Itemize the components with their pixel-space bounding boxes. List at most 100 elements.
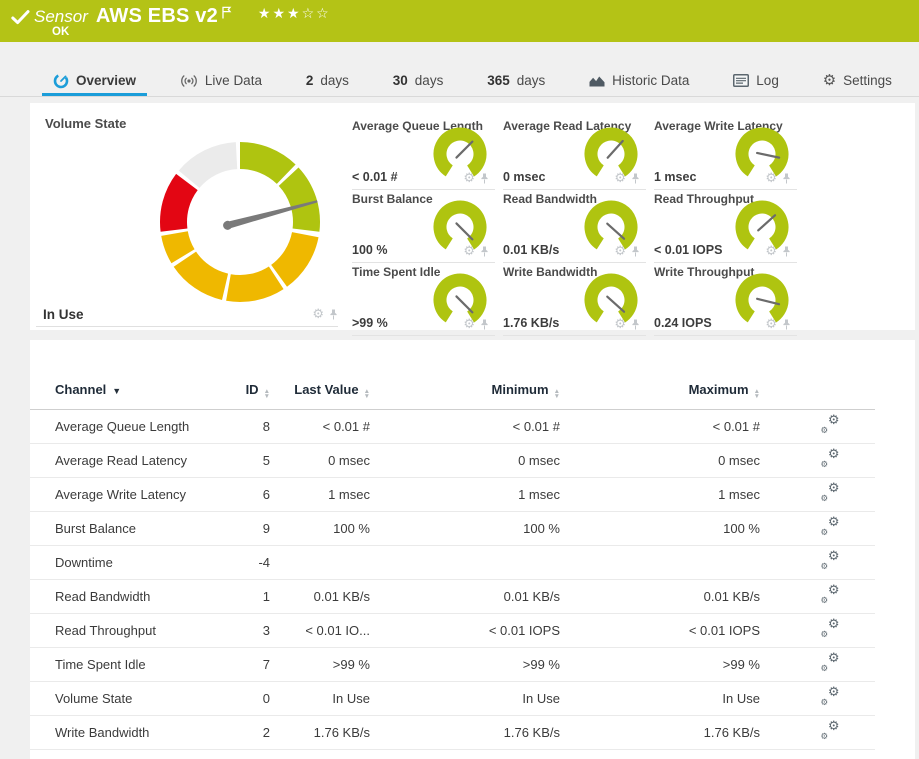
gear-icon[interactable]: ⚙ xyxy=(765,172,777,185)
tab-label: days xyxy=(516,73,546,88)
check-icon xyxy=(11,10,30,25)
col-header-maximum[interactable]: Maximum ▲ ▼ xyxy=(560,382,760,400)
tab-30-days[interactable]: 30 days xyxy=(382,68,455,96)
cell-minimum: < 0.01 IOPS xyxy=(488,623,560,638)
channel-settings-icon[interactable]: ⚙ ⚙ xyxy=(821,414,840,435)
pin-icon[interactable] xyxy=(782,319,791,330)
cell-id: -4 xyxy=(258,555,270,570)
gauge-cell-write-bandwidth: Write Bandwidth 1.76 KB/s ⚙ xyxy=(503,263,646,336)
gauge-value: In Use xyxy=(43,306,84,322)
tab-label: Historic Data xyxy=(612,73,690,88)
cell-channel: Time Spent Idle xyxy=(55,657,146,672)
gauge-cell-average-read-latency: Average Read Latency 0 msec ⚙ xyxy=(503,117,646,190)
channels-table-panel: Channel ▼ ID ▲ ▼ Last Value ▲ ▼ Minimum ▲ ▼ Maximum… xyxy=(30,340,915,759)
cell-id: 7 xyxy=(262,657,270,672)
col-header-label: Channel xyxy=(55,382,107,397)
channel-settings-icon[interactable]: ⚙ ⚙ xyxy=(821,550,840,571)
channel-settings-icon[interactable]: ⚙ ⚙ xyxy=(821,652,840,673)
col-header-label: Minimum xyxy=(491,382,549,397)
tab-live-data[interactable]: Live Data xyxy=(169,68,273,96)
tab-365-days[interactable]: 365 days xyxy=(476,68,556,96)
gauge-needle xyxy=(455,140,474,159)
tab-historic-data[interactable]: Historic Data xyxy=(578,68,700,96)
table-row-average-queue-length: Average Queue Length 8 < 0.01 # < 0.01 # < 0… xyxy=(30,410,875,444)
gauge-needle xyxy=(455,295,474,314)
tab-label: Settings xyxy=(843,73,892,88)
tab-bar: Overview Live Data 2 days 30 days 365 days Histo… xyxy=(0,68,919,97)
gear-icon[interactable]: ⚙ xyxy=(614,245,626,258)
gear-icon[interactable]: ⚙ xyxy=(765,245,777,258)
donut-segment xyxy=(173,251,229,300)
pin-icon[interactable] xyxy=(480,246,489,257)
table-header-row: Channel ▼ ID ▲ ▼ Last Value ▲ ▼ Minimum ▲ ▼ Maximum… xyxy=(30,382,875,410)
gauge-value: 1 msec xyxy=(654,170,697,184)
pin-icon[interactable] xyxy=(631,173,640,184)
gear-icon[interactable]: ⚙ xyxy=(463,245,475,258)
cell-channel: Average Write Latency xyxy=(55,487,187,502)
cell-maximum: 0 msec xyxy=(718,453,760,468)
channel-settings-icon[interactable]: ⚙ ⚙ xyxy=(821,448,840,469)
cell-minimum: 0 msec xyxy=(518,453,560,468)
table-row-average-write-latency: Average Write Latency 6 1 msec 1 msec 1 msec… xyxy=(30,478,875,512)
cell-minimum: 1 msec xyxy=(518,487,560,502)
sensor-name: AWS EBS v2 xyxy=(95,5,218,27)
gear-icon[interactable]: ⚙ xyxy=(463,318,475,331)
channel-settings-icon[interactable]: ⚙ ⚙ xyxy=(821,516,840,537)
pin-icon[interactable] xyxy=(631,246,640,257)
pin-icon[interactable] xyxy=(480,319,489,330)
cell-channel: Average Queue Length xyxy=(55,419,190,434)
tab-number: 30 xyxy=(392,73,408,88)
flag-icon[interactable] xyxy=(221,6,232,19)
channel-settings-icon[interactable]: ⚙ ⚙ xyxy=(821,686,840,707)
sort-icon: ▲ ▼ xyxy=(753,388,760,400)
cell-minimum: 100 % xyxy=(523,521,560,536)
channel-settings-icon[interactable]: ⚙ ⚙ xyxy=(821,618,840,639)
cell-last-value: 100 % xyxy=(333,521,370,536)
cell-channel: Downtime xyxy=(55,555,113,570)
cell-minimum: >99 % xyxy=(522,657,560,672)
channel-settings-icon[interactable]: ⚙ ⚙ xyxy=(821,720,840,741)
gauge-cell-average-write-latency: Average Write Latency 1 msec ⚙ xyxy=(654,117,797,190)
pin-icon[interactable] xyxy=(480,173,489,184)
tab-label: Live Data xyxy=(204,73,262,88)
col-header-id[interactable]: ID ▲ ▼ xyxy=(205,382,270,400)
channel-settings-icon[interactable]: ⚙ ⚙ xyxy=(821,584,840,605)
table-row-average-read-latency: Average Read Latency 5 0 msec 0 msec 0 msec ⚙… xyxy=(30,444,875,478)
gear-icon[interactable]: ⚙ xyxy=(614,172,626,185)
col-header-channel[interactable]: Channel ▼ xyxy=(55,382,205,397)
donut-segment xyxy=(240,142,296,184)
tab-label: Overview xyxy=(76,73,137,88)
cell-maximum: >99 % xyxy=(722,657,760,672)
gauge-cell-time-spent-idle: Time Spent Idle >99 % ⚙ xyxy=(352,263,495,336)
tab-log[interactable]: Log xyxy=(722,68,790,96)
gauge-value: 0.01 KB/s xyxy=(503,243,560,257)
pin-icon[interactable] xyxy=(782,173,791,184)
col-header-minimum[interactable]: Minimum ▲ ▼ xyxy=(370,382,561,400)
priority-stars[interactable]: ★★★☆☆ xyxy=(258,5,331,22)
pin-icon[interactable] xyxy=(329,309,338,320)
cell-id: 8 xyxy=(262,419,270,434)
gauge-needle xyxy=(455,222,474,241)
tab-settings[interactable]: ⚙ Settings xyxy=(812,68,903,96)
col-header-last-value[interactable]: Last Value ▲ ▼ xyxy=(270,382,370,400)
gear-icon[interactable]: ⚙ xyxy=(312,308,324,321)
table-row-downtime: Downtime -4 ⚙ ⚙ xyxy=(30,546,875,580)
gear-icon[interactable]: ⚙ xyxy=(765,318,777,331)
tab-2-days[interactable]: 2 days xyxy=(295,68,360,96)
table-row-time-spent-idle: Time Spent Idle 7 >99 % >99 % >99 % ⚙ ⚙ xyxy=(30,648,875,682)
gear-icon[interactable]: ⚙ xyxy=(463,172,475,185)
gauge-value: 1.76 KB/s xyxy=(503,316,560,330)
cell-minimum: < 0.01 # xyxy=(512,419,560,434)
gauge-needle xyxy=(606,295,626,313)
channel-settings-icon[interactable]: ⚙ ⚙ xyxy=(821,482,840,503)
gear-icon[interactable]: ⚙ xyxy=(614,318,626,331)
table-row-read-bandwidth: Read Bandwidth 1 0.01 KB/s 0.01 KB/s 0.01 KB… xyxy=(30,580,875,614)
pin-icon[interactable] xyxy=(631,319,640,330)
gauge-cell-read-bandwidth: Read Bandwidth 0.01 KB/s ⚙ xyxy=(503,190,646,263)
tab-overview[interactable]: Overview xyxy=(42,68,148,96)
gauge-icon xyxy=(53,73,69,89)
cell-minimum: 0.01 KB/s xyxy=(503,589,560,604)
gauge-needle xyxy=(606,139,624,159)
pin-icon[interactable] xyxy=(782,246,791,257)
cell-id: 2 xyxy=(262,725,270,740)
